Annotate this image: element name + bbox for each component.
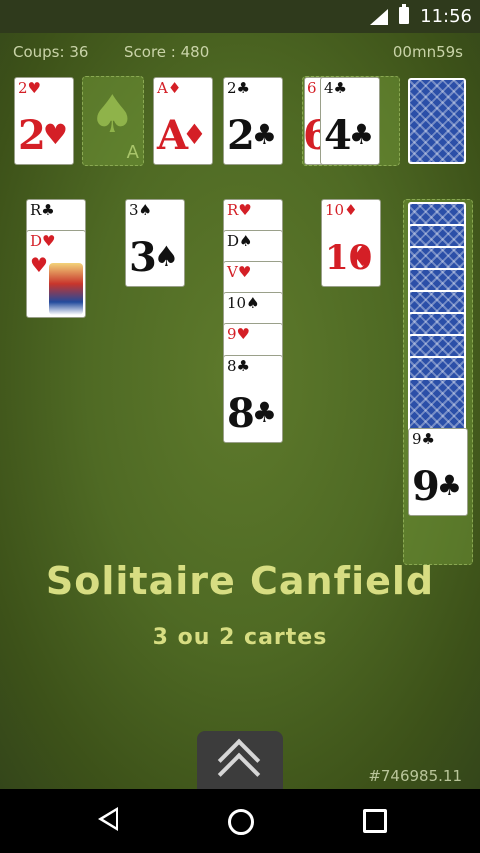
tableau-card[interactable]: 8♣ 8 ♣ [223, 355, 283, 443]
home-icon[interactable] [228, 809, 254, 835]
heart-icon: ♥ [238, 201, 252, 219]
card-rank-large: 2 [227, 112, 255, 159]
club-icon: ♣ [436, 469, 462, 502]
reserve-top-card[interactable]: 9♣ 9 ♣ [408, 428, 468, 516]
club-icon: ♣ [41, 201, 55, 219]
card-rank: 2 [227, 79, 237, 97]
card-rank-large: 9 [412, 463, 440, 510]
diamond-icon: ♦ [349, 240, 375, 273]
tableau-card[interactable]: D♥ ♥ [26, 230, 86, 318]
score-display: Score : 480 [124, 43, 210, 61]
club-icon: ♣ [251, 118, 277, 151]
slot-rank-hint: A [126, 142, 139, 163]
foundation-card-3[interactable]: A♦ A ♦ [153, 77, 213, 165]
game-subtitle: 3 ou 2 cartes [152, 625, 328, 650]
card-rank-large: 3 [129, 234, 157, 281]
spade-icon: ♠ [239, 232, 253, 250]
card-rank: R [227, 201, 239, 219]
game-title: Solitaire Canfield [45, 559, 435, 603]
card-rank: 3 [129, 201, 139, 219]
card-rank: 10 [227, 294, 247, 312]
status-bar: 11:56 [0, 0, 480, 33]
clock: 11:56 [420, 6, 472, 27]
battery-icon [399, 4, 409, 24]
diamond-icon: ♦ [344, 201, 358, 219]
stock-pile[interactable] [408, 78, 466, 164]
spade-icon: ♠ [246, 294, 260, 312]
card-rank-large: 4 [324, 112, 352, 159]
card-rank-large: 2 [18, 112, 46, 159]
club-icon: ♣ [348, 118, 374, 151]
card-rank: 2 [18, 79, 28, 97]
game-table: Coups: 36 Score : 480 00mn59s 2♥ 2 ♥ ♠ A… [0, 33, 480, 789]
heart-icon: ♥ [27, 79, 41, 97]
card-rank: 4 [324, 79, 334, 97]
card-rank: 6 [307, 79, 317, 97]
open-menu-button[interactable] [197, 731, 283, 796]
card-rank: 10 [325, 201, 345, 219]
card-rank: D [30, 232, 43, 250]
waste-card-top[interactable]: 4♣ 4 ♣ [320, 77, 380, 165]
card-rank: 9 [412, 430, 422, 448]
system-navigation-bar [0, 789, 480, 853]
heart-icon: ♥ [236, 325, 250, 343]
spade-icon: ♠ [153, 240, 179, 273]
timer-display: 00mn59s [392, 43, 463, 61]
build-number: #746985.11 [368, 767, 462, 785]
spade-icon: ♠ [89, 85, 136, 145]
card-rank: A [157, 79, 168, 97]
heart-icon: ♥ [42, 232, 56, 250]
recent-apps-icon[interactable] [363, 809, 387, 833]
moves-counter: Coups: 36 [13, 43, 89, 61]
heart-icon: ♥ [237, 263, 252, 281]
club-icon: ♣ [421, 430, 435, 448]
club-icon: ♣ [236, 79, 250, 97]
reserve-pile: 9♣ 9 ♣ [403, 199, 473, 565]
back-icon[interactable] [98, 807, 118, 831]
tableau-card[interactable]: 10♦ 10 ♦ [321, 199, 381, 287]
card-rank: 8 [227, 357, 237, 375]
queen-portrait [49, 263, 83, 315]
heart-icon: ♥ [30, 253, 48, 277]
tableau-card[interactable]: 3♠ 3 ♠ [125, 199, 185, 287]
diamond-icon: ♦ [181, 118, 207, 151]
signal-icon [370, 9, 388, 25]
diamond-icon: ♦ [167, 79, 182, 97]
club-icon: ♣ [333, 79, 347, 97]
card-rank-large: 8 [227, 390, 255, 437]
foundation-card-1[interactable]: 2♥ 2 ♥ [14, 77, 74, 165]
foundation-card-4[interactable]: 2♣ 2 ♣ [223, 77, 283, 165]
foundation-slot-empty[interactable]: ♠ A [82, 76, 144, 166]
card-rank: 9 [227, 325, 237, 343]
spade-icon: ♠ [138, 201, 152, 219]
heart-icon: ♥ [42, 118, 68, 151]
card-rank: R [30, 201, 42, 219]
card-rank: D [227, 232, 240, 250]
club-icon: ♣ [251, 396, 277, 429]
card-rank: V [227, 263, 238, 281]
club-icon: ♣ [236, 357, 250, 375]
